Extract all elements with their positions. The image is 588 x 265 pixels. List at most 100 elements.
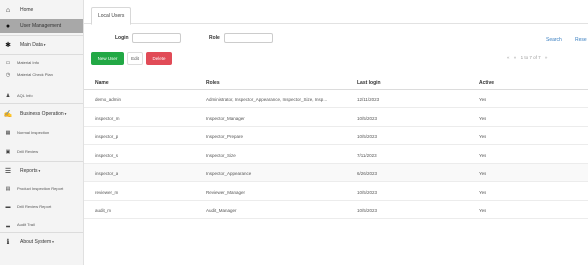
tab-bar: Local Users xyxy=(84,0,588,25)
sidebar-item-label: Audit Trail xyxy=(17,222,35,227)
cell-name: inspector_a xyxy=(95,171,119,176)
caret-down-icon: ▾ xyxy=(52,240,54,244)
sidebar-item-home[interactable]: ⌂ Home xyxy=(0,3,83,17)
sidebar-item-normal-inspection[interactable]: ▦ Normal Inspection xyxy=(0,127,83,138)
pagination: « « 1 to 7 of 7 » xyxy=(507,55,550,60)
cell-last-login: 10/5/2023 xyxy=(357,134,378,139)
cell-name: inspector_m xyxy=(95,115,120,121)
main-content: Local Users Login Role Search Rese New U… xyxy=(84,0,588,265)
cell-roles: Administrator, Inspector_Appearance, Ins… xyxy=(206,97,328,102)
sidebar-item-label: Business Operation xyxy=(20,111,64,117)
sidebar-item-drill-review[interactable]: ▣ Drill Review xyxy=(0,146,83,157)
cell-active: Yes xyxy=(479,97,487,102)
cell-roles: Audit_Manager xyxy=(206,208,237,213)
sidebar-item-label: Drill Review xyxy=(17,149,39,154)
sidebar-item-aql-info[interactable]: ♟ AQL Info xyxy=(0,90,83,101)
login-label: Login xyxy=(115,35,129,41)
header-roles[interactable]: Roles xyxy=(206,80,220,86)
signature-icon: ✍ xyxy=(3,111,13,118)
cell-last-login: 7/11/2023 xyxy=(357,152,377,158)
cell-active: Yes xyxy=(479,134,487,139)
reset-button[interactable]: Rese xyxy=(575,37,587,43)
cell-name: demo_admin xyxy=(95,97,122,102)
sidebar-item-label: AQL Info xyxy=(17,93,33,98)
sidebar-item-label: User Management xyxy=(20,23,62,29)
sidebar-item-label: Main Data xyxy=(20,42,43,48)
sidebar-item-material-info[interactable]: ▭ Material Info xyxy=(0,57,83,68)
cell-last-login: 10/5/2023 xyxy=(357,189,378,195)
cell-name: reviewer_m xyxy=(95,189,119,195)
sidebar-item-label: Reports xyxy=(20,168,38,174)
sidebar-item-user-management[interactable]: ● User Management xyxy=(0,19,83,33)
table-row[interactable]: audit_m Audit_Manager 10/5/2023 Yes xyxy=(84,201,588,219)
table-row[interactable]: inspector_a Inspector_Appearance 6/26/2023… xyxy=(84,164,588,182)
header-active[interactable]: Active xyxy=(479,80,494,86)
next-page-button[interactable]: » xyxy=(545,55,548,60)
prev-page-button[interactable]: « xyxy=(514,55,517,60)
cell-last-login: 10/5/2023 xyxy=(357,208,378,213)
gear-icon: ✱ xyxy=(5,42,11,49)
sidebar: ⌂ Home ● User Management ✱ Main Data ▾ ▭ Materia… xyxy=(0,0,84,265)
sidebar-divider xyxy=(0,54,83,55)
sidebar-item-reports[interactable]: ☰ Reports ▾ xyxy=(0,164,83,178)
sidebar-item-label: Material Check Plan xyxy=(17,72,53,77)
table-row[interactable]: inspector_m Inspector_Manager 10/5/2023 Yes xyxy=(84,109,588,127)
role-label: Role xyxy=(209,35,220,41)
sidebar-item-label: Home xyxy=(20,7,34,13)
folder-icon: ▬ xyxy=(5,203,11,210)
cell-last-login: 10/5/2023 xyxy=(357,115,378,121)
cell-name: inspector_p xyxy=(95,134,119,139)
sidebar-divider xyxy=(0,232,83,233)
tab-local-users[interactable]: Local Users xyxy=(91,7,132,25)
cell-roles: Inspector_Manager xyxy=(206,115,245,121)
file-icon: ▤ xyxy=(5,185,11,192)
caret-down-icon: ▾ xyxy=(43,43,46,47)
lock-icon: ▣ xyxy=(5,148,11,155)
table-row[interactable]: inspector_p Inspector_Prepare 10/5/2023 Yes xyxy=(84,127,588,145)
cell-roles: Reviewer_Manager xyxy=(206,189,246,195)
sidebar-item-label: Material Info xyxy=(17,60,40,65)
sidebar-item-drill-review-report[interactable]: ▬ Drill Review Report xyxy=(0,201,83,212)
cell-name: inspector_s xyxy=(95,152,119,158)
list-icon: ☰ xyxy=(4,168,12,175)
role-input[interactable] xyxy=(224,33,273,43)
person-icon: ♟ xyxy=(5,92,11,99)
sidebar-item-product-inspection-report[interactable]: ▤ Product Inspection Report xyxy=(0,183,83,194)
header-name[interactable]: Name xyxy=(95,80,109,86)
caret-down-icon: ▾ xyxy=(64,112,67,116)
sidebar-item-audit-trail[interactable]: ▂ Audit Trail xyxy=(0,219,83,230)
table-row[interactable]: demo_admin Administrator, Inspector_Appea… xyxy=(84,90,588,108)
table-row[interactable]: inspector_s Inspector_Size 7/11/2023 Yes xyxy=(84,146,588,164)
sidebar-item-label: Normal Inspection xyxy=(17,130,50,135)
sidebar-item-label: About System xyxy=(20,239,52,245)
sidebar-item-material-check-plan[interactable]: ◷ Material Check Plan xyxy=(0,69,83,80)
cell-roles: Inspector_Size xyxy=(206,152,236,158)
sidebar-item-main-data[interactable]: ✱ Main Data ▾ xyxy=(0,38,83,52)
edit-button[interactable]: Edit xyxy=(127,52,143,65)
sidebar-item-label: Drill Review Report xyxy=(17,204,52,209)
cell-active: Yes xyxy=(479,171,487,176)
cell-last-login: 12/11/2023 xyxy=(357,97,380,102)
delete-button[interactable]: Delete xyxy=(146,52,172,65)
grid-icon: ▦ xyxy=(5,129,11,136)
cell-roles: Inspector_Prepare xyxy=(206,134,244,139)
search-button[interactable]: Search xyxy=(546,37,562,43)
login-input[interactable] xyxy=(132,33,181,43)
home-icon: ⌂ xyxy=(5,6,11,14)
sidebar-item-business-operation[interactable]: ✍ Business Operation ▾ xyxy=(0,107,83,121)
cell-active: Yes xyxy=(479,208,487,213)
page-info: 1 to 7 of 7 xyxy=(520,55,541,60)
header-last-login[interactable]: Last login xyxy=(357,80,381,86)
first-page-button[interactable]: « xyxy=(507,55,510,60)
new-user-button[interactable]: New User xyxy=(91,52,124,65)
sidebar-divider xyxy=(0,161,83,162)
table-row[interactable]: reviewer_m Reviewer_Manager 10/5/2023 Yes xyxy=(84,183,588,201)
clock-icon: ◷ xyxy=(5,71,11,78)
sidebar-item-about-system[interactable]: ℹ About System ▾ xyxy=(0,235,83,249)
cell-last-login: 6/26/2023 xyxy=(357,171,378,176)
box-icon: ▭ xyxy=(5,59,11,66)
cell-roles: Inspector_Appearance xyxy=(206,171,252,176)
cell-active: Yes xyxy=(479,152,487,158)
sidebar-divider xyxy=(0,103,83,104)
cell-name: audit_m xyxy=(95,208,112,213)
